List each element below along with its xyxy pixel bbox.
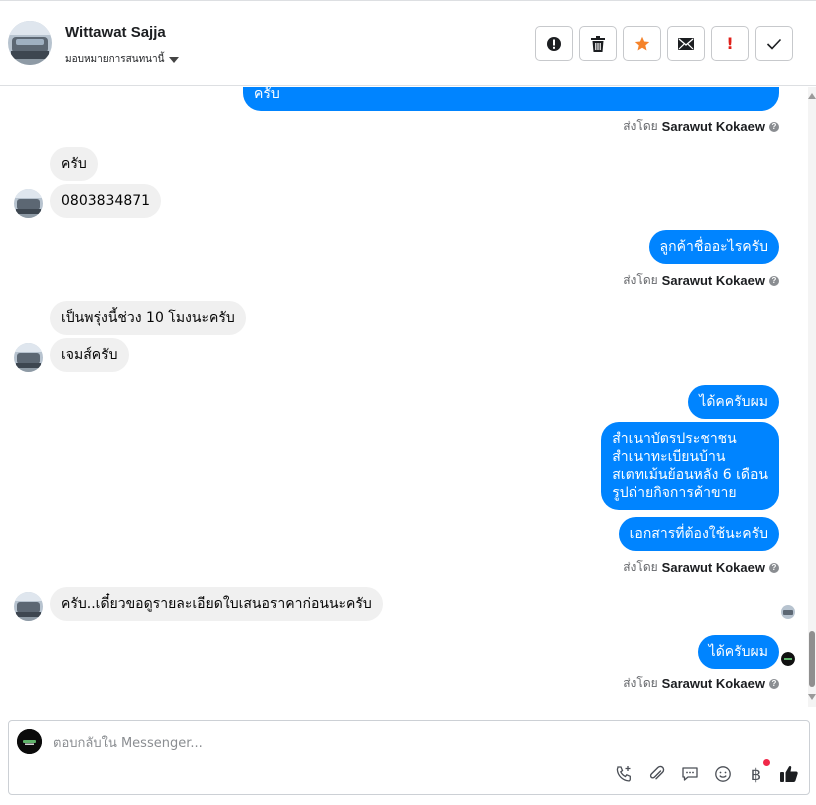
conversation-header: Wittawat Sajja มอบหมายการสนทนานี้ ! (0, 0, 816, 86)
scroll-thumb[interactable] (809, 631, 815, 687)
sender-name[interactable]: Sarawut Kokaew (662, 560, 765, 575)
message-outgoing[interactable]: ลูกค้าชื่ออะไรครับ (648, 230, 779, 264)
envelope-icon (678, 37, 694, 50)
message-incoming[interactable]: เป็นพรุ่งนี้ช่วง 10 โมงนะครับ (50, 301, 246, 335)
help-icon[interactable]: ? (769, 678, 779, 689)
follow-up-button[interactable]: ! (711, 26, 749, 61)
message-thread: ครับ ส่งโดย Sarawut Kokaew ? ครับ 080383… (0, 87, 808, 707)
page-avatar-small (781, 652, 795, 666)
caret-down-icon (169, 56, 180, 63)
smiley-icon[interactable] (713, 764, 733, 784)
message-outgoing[interactable]: ครับ (243, 87, 779, 111)
help-icon[interactable]: ? (769, 562, 779, 573)
mark-done-button[interactable] (755, 26, 793, 61)
chat-scrollbar[interactable] (808, 87, 816, 707)
notification-dot (763, 759, 770, 766)
help-icon[interactable]: ? (769, 275, 779, 286)
thumbs-up-icon[interactable] (779, 764, 799, 784)
contact-avatar-small[interactable] (14, 189, 43, 218)
trash-icon (591, 35, 605, 52)
star-button[interactable] (623, 26, 661, 61)
baht-icon[interactable]: ฿ (746, 759, 770, 784)
message-outgoing[interactable]: เอกสารที่ต้องใช้นะครับ (618, 517, 779, 551)
contact-avatar[interactable] (8, 21, 52, 65)
scroll-down-arrow-icon[interactable] (808, 694, 816, 700)
contact-avatar-small[interactable] (14, 343, 43, 372)
help-icon[interactable]: ? (769, 121, 779, 132)
star-icon (634, 36, 650, 50)
assign-conversation-dropdown[interactable]: มอบหมายการสนทนานี้ (65, 52, 180, 67)
message-outgoing[interactable]: สำเนาบัตรประชาชน สำเนาทะเบียนบ้าน สเตทเม… (601, 422, 779, 510)
sent-by-label: ส่งโดย Sarawut Kokaew ? (623, 271, 779, 290)
reply-input[interactable] (53, 733, 653, 753)
message-incoming[interactable]: เจมส์ครับ (50, 338, 129, 372)
message-incoming[interactable]: ครับ..เดี๋ยวขอดูรายละเอียดใบเสนอราคาก่อน… (50, 587, 383, 621)
sender-name[interactable]: Sarawut Kokaew (662, 676, 765, 691)
chat-bubble-icon[interactable] (680, 764, 700, 784)
header-actions: ! (535, 26, 793, 61)
composer-tools: ฿ (614, 759, 799, 784)
paperclip-icon[interactable] (647, 764, 667, 784)
exclamation-icon: ! (726, 34, 734, 53)
assign-label: มอบหมายการสนทนานี้ (65, 54, 165, 65)
seen-indicator-avatar (781, 605, 795, 619)
message-incoming[interactable]: 0803834871 (50, 184, 162, 218)
sender-name[interactable]: Sarawut Kokaew (662, 273, 765, 288)
check-icon (766, 38, 782, 50)
scroll-up-arrow-icon[interactable] (808, 93, 816, 99)
mark-unread-button[interactable] (667, 26, 705, 61)
message-outgoing[interactable]: ได้ครับผม (697, 635, 779, 669)
alert-circle-icon (547, 36, 561, 51)
message-outgoing[interactable]: ได้คครับผม (688, 385, 779, 419)
sender-name[interactable]: Sarawut Kokaew (662, 119, 765, 134)
sent-by-label: ส่งโดย Sarawut Kokaew ? (623, 674, 779, 693)
page-avatar (17, 729, 42, 754)
phone-add-icon[interactable] (614, 764, 634, 784)
contact-name[interactable]: Wittawat Sajja (65, 24, 166, 41)
delete-button[interactable] (579, 26, 617, 61)
message-incoming[interactable]: ครับ (50, 147, 98, 181)
spam-button[interactable] (535, 26, 573, 61)
sent-by-label: ส่งโดย Sarawut Kokaew ? (623, 117, 779, 136)
reply-composer: ฿ (8, 720, 810, 795)
contact-avatar-small[interactable] (14, 592, 43, 621)
sent-by-label: ส่งโดย Sarawut Kokaew ? (623, 558, 779, 577)
